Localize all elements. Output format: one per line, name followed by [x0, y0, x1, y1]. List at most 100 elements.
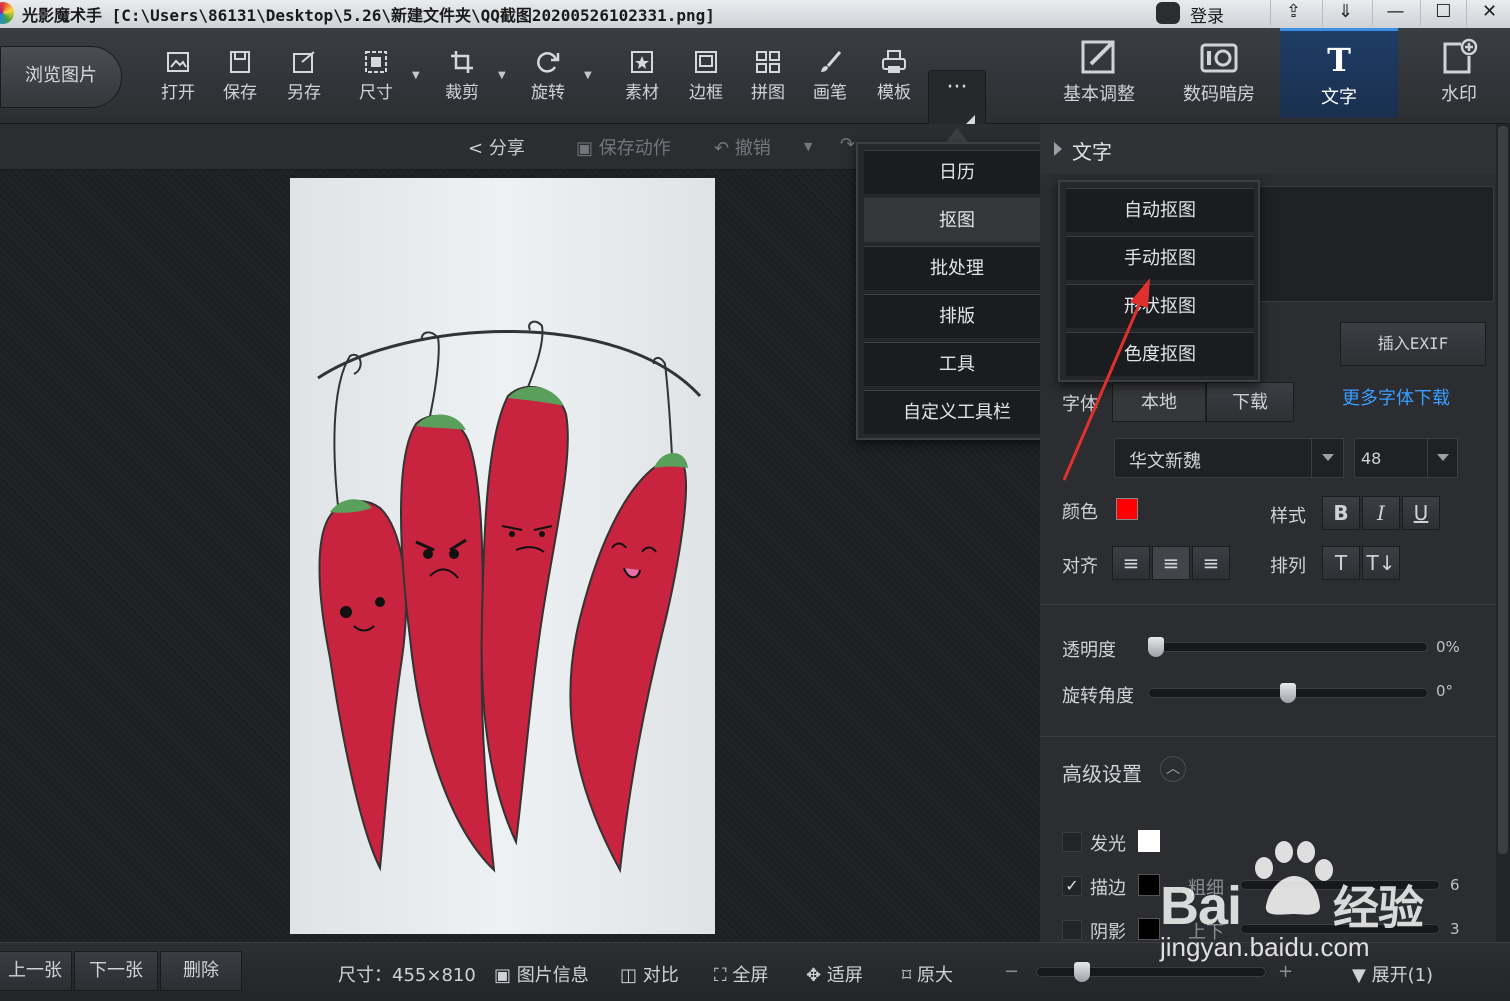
- menu-pointer: [946, 128, 968, 142]
- image-info-button[interactable]: ▣ 图片信息: [494, 961, 589, 987]
- shadow-color-swatch[interactable]: [1138, 918, 1160, 940]
- crop-button[interactable]: 裁剪: [432, 44, 492, 110]
- stroke-color-swatch[interactable]: [1138, 874, 1160, 896]
- save-as-icon: [290, 48, 318, 76]
- maximize-button[interactable]: ☐: [1420, 0, 1466, 26]
- more-dots-icon: ···: [946, 75, 968, 100]
- glow-color-swatch[interactable]: [1138, 830, 1160, 852]
- photo-chili-peppers[interactable]: [290, 178, 715, 934]
- menu-item-matting[interactable]: 抠图: [864, 198, 1050, 242]
- fit-screen-button[interactable]: ✥ 适屏: [806, 961, 863, 987]
- panel-scrollbar-thumb[interactable]: [1498, 126, 1508, 854]
- more-fonts-link[interactable]: 更多字体下载: [1342, 384, 1450, 410]
- horizontal-text-button[interactable]: T: [1322, 546, 1360, 580]
- tab-basic-adjust-label: 基本调整: [1063, 84, 1135, 105]
- text-color-swatch[interactable]: [1116, 498, 1138, 520]
- open-button[interactable]: 打开: [148, 44, 208, 110]
- border-button[interactable]: 边框: [676, 44, 736, 110]
- save-as-button[interactable]: 另存: [274, 44, 334, 110]
- rotate-dropdown-icon[interactable]: ▼: [584, 70, 598, 84]
- original-size-label: 原大: [916, 965, 953, 986]
- resize-button[interactable]: 尺寸: [346, 44, 406, 110]
- menu-item-batch[interactable]: 批处理: [864, 246, 1050, 290]
- align-left-button[interactable]: ≡: [1112, 546, 1150, 580]
- compare-button[interactable]: ◫ 对比: [620, 961, 679, 987]
- menu-item-layout[interactable]: 排版: [864, 294, 1050, 338]
- darkroom-icon: [1199, 38, 1239, 76]
- redo-icon[interactable]: ↷: [840, 134, 855, 155]
- next-image-button[interactable]: 下一张: [74, 951, 158, 991]
- red-arrow-annotation: [1062, 278, 1150, 481]
- menu-item-tools[interactable]: 工具: [864, 342, 1050, 386]
- zoom-in-button[interactable]: +: [1278, 961, 1293, 982]
- zoom-slider[interactable]: [1036, 967, 1266, 977]
- skin-button[interactable]: ⇪: [1270, 0, 1316, 26]
- bold-button[interactable]: B: [1322, 496, 1360, 530]
- zoom-out-button[interactable]: −: [1004, 961, 1019, 982]
- tab-basic-adjust[interactable]: 基本调整: [1040, 28, 1158, 118]
- chevron-up-icon[interactable]: ︿: [1160, 756, 1186, 782]
- undo-button[interactable]: ↶ 撤销: [714, 134, 771, 160]
- rotate-label: 旋转: [531, 83, 565, 103]
- menu-item-calendar[interactable]: 日历: [864, 150, 1050, 194]
- glow-checkbox[interactable]: [1062, 832, 1082, 852]
- tab-text[interactable]: T 文字: [1280, 28, 1398, 118]
- align-center-button[interactable]: ≡: [1152, 546, 1190, 580]
- original-size-button[interactable]: ⌑ 原大: [902, 961, 953, 987]
- collage-button[interactable]: 拼图: [738, 44, 798, 110]
- delete-image-button[interactable]: 删除: [160, 951, 242, 991]
- opacity-slider-thumb[interactable]: [1148, 637, 1164, 657]
- image-info-label: 图片信息: [516, 965, 589, 986]
- fullscreen-button[interactable]: ⛶ 全屏: [714, 961, 768, 987]
- login-link[interactable]: 登录: [1190, 2, 1224, 27]
- brush-icon: [816, 48, 844, 76]
- menu-item-customize-toolbar[interactable]: 自定义工具栏: [864, 390, 1050, 434]
- title-bar: 光影魔术手 [C:\Users\86131\Desktop\5.26\新建文件夹…: [0, 0, 1510, 28]
- save-button[interactable]: 保存: [210, 44, 270, 110]
- rotation-value: 0°: [1436, 682, 1454, 700]
- size-dropdown-button[interactable]: [1427, 439, 1457, 477]
- insert-exif-button[interactable]: 插入EXIF: [1340, 322, 1486, 366]
- stroke-checkbox[interactable]: ✓: [1062, 876, 1082, 896]
- minimize-button[interactable]: —: [1372, 0, 1418, 26]
- crop-dropdown-icon[interactable]: ▼: [498, 70, 512, 84]
- brush-button[interactable]: 画笔: [800, 44, 860, 110]
- menu-item-auto-matting[interactable]: 自动抠图: [1066, 188, 1254, 232]
- vertical-text-button[interactable]: T↓: [1362, 546, 1400, 580]
- user-avatar-icon[interactable]: [1156, 2, 1180, 24]
- template-button[interactable]: 模板: [864, 44, 924, 110]
- close-button[interactable]: ✕: [1466, 0, 1510, 26]
- rotation-slider-thumb[interactable]: [1280, 683, 1296, 703]
- crop-label: 裁剪: [445, 83, 479, 103]
- compare-label: 对比: [642, 965, 679, 986]
- align-right-button[interactable]: ≡: [1192, 546, 1230, 580]
- font-dropdown-button[interactable]: [1311, 439, 1343, 477]
- window-title: 光影魔术手 [C:\Users\86131\Desktop\5.26\新建文件夹…: [22, 6, 715, 25]
- horizontal-text-icon: T: [1334, 551, 1348, 575]
- browse-images-button[interactable]: 浏览图片: [0, 46, 122, 108]
- rotation-label: 旋转角度: [1062, 686, 1134, 707]
- save-action-button[interactable]: ▣ 保存动作: [576, 134, 671, 160]
- font-size-select[interactable]: 48: [1354, 438, 1458, 478]
- collapse-arrow-icon[interactable]: [1054, 142, 1062, 156]
- shadow-label: 阴影: [1090, 922, 1126, 943]
- zoom-slider-thumb[interactable]: [1074, 962, 1090, 982]
- expand-button[interactable]: ▼ 展开(1): [1352, 961, 1433, 987]
- rotate-button[interactable]: 旋转: [518, 44, 578, 110]
- resize-dropdown-icon[interactable]: ▼: [412, 70, 426, 84]
- underline-button[interactable]: U: [1402, 496, 1440, 530]
- font-download-tab[interactable]: 下载: [1206, 382, 1294, 422]
- menu-button[interactable]: ⇓: [1322, 0, 1368, 26]
- material-button[interactable]: 素材: [612, 44, 672, 110]
- share-button[interactable]: < 分享: [468, 134, 525, 160]
- tab-watermark[interactable]: 水印: [1400, 28, 1510, 118]
- tab-darkroom[interactable]: 数码暗房: [1160, 28, 1278, 118]
- align-left-icon: ≡: [1122, 551, 1140, 575]
- italic-button[interactable]: I: [1362, 496, 1400, 530]
- previous-image-button[interactable]: 上一张: [0, 951, 72, 991]
- shadow-checkbox[interactable]: [1062, 920, 1082, 940]
- template-icon: [880, 48, 908, 76]
- fullscreen-label: 全屏: [732, 965, 769, 986]
- opacity-slider[interactable]: [1148, 642, 1428, 652]
- undo-dropdown-icon[interactable]: ▼: [804, 140, 812, 153]
